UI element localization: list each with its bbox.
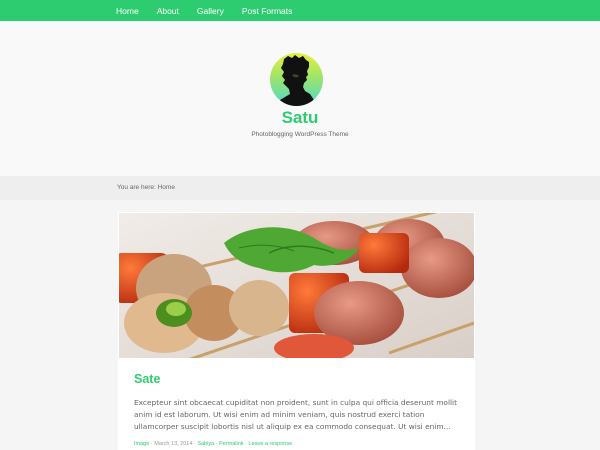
nav-item-home[interactable]: Home <box>116 6 139 16</box>
post-author-link[interactable]: Sabiya <box>197 441 214 447</box>
post-format-link[interactable]: Image <box>134 441 149 447</box>
nav-item-gallery[interactable]: Gallery <box>197 6 224 16</box>
post-comments-link[interactable]: Leave a response <box>248 441 292 447</box>
breadcrumb: You are here: Home <box>0 176 600 200</box>
nav-item-post-formats[interactable]: Post Formats <box>242 6 293 16</box>
nav-item-about[interactable]: About <box>157 6 179 16</box>
post-permalink[interactable]: Permalink <box>219 441 243 447</box>
post-meta: Image · March 13, 2014 · Sabiya · Permal… <box>134 441 292 447</box>
silhouette-portrait-icon <box>280 55 314 106</box>
site-description: Photoblogging WordPress Theme <box>251 131 349 138</box>
site-title[interactable]: Satu <box>0 108 600 128</box>
main-navigation: Home About Gallery Post Formats <box>0 0 600 21</box>
post-date: March 13, 2014 <box>154 441 193 447</box>
post-title[interactable]: Sate <box>134 372 160 386</box>
post-excerpt: Excepteur sint obcaecat cupiditat non pr… <box>134 398 458 431</box>
site-header: Satu Photoblogging WordPress Theme <box>0 21 600 176</box>
site-logo[interactable] <box>270 53 323 106</box>
food-skewers-photo <box>119 213 474 358</box>
post-card: Sate Excepteur sint obcaecat cupiditat n… <box>118 212 475 450</box>
post-featured-image[interactable] <box>119 213 474 358</box>
